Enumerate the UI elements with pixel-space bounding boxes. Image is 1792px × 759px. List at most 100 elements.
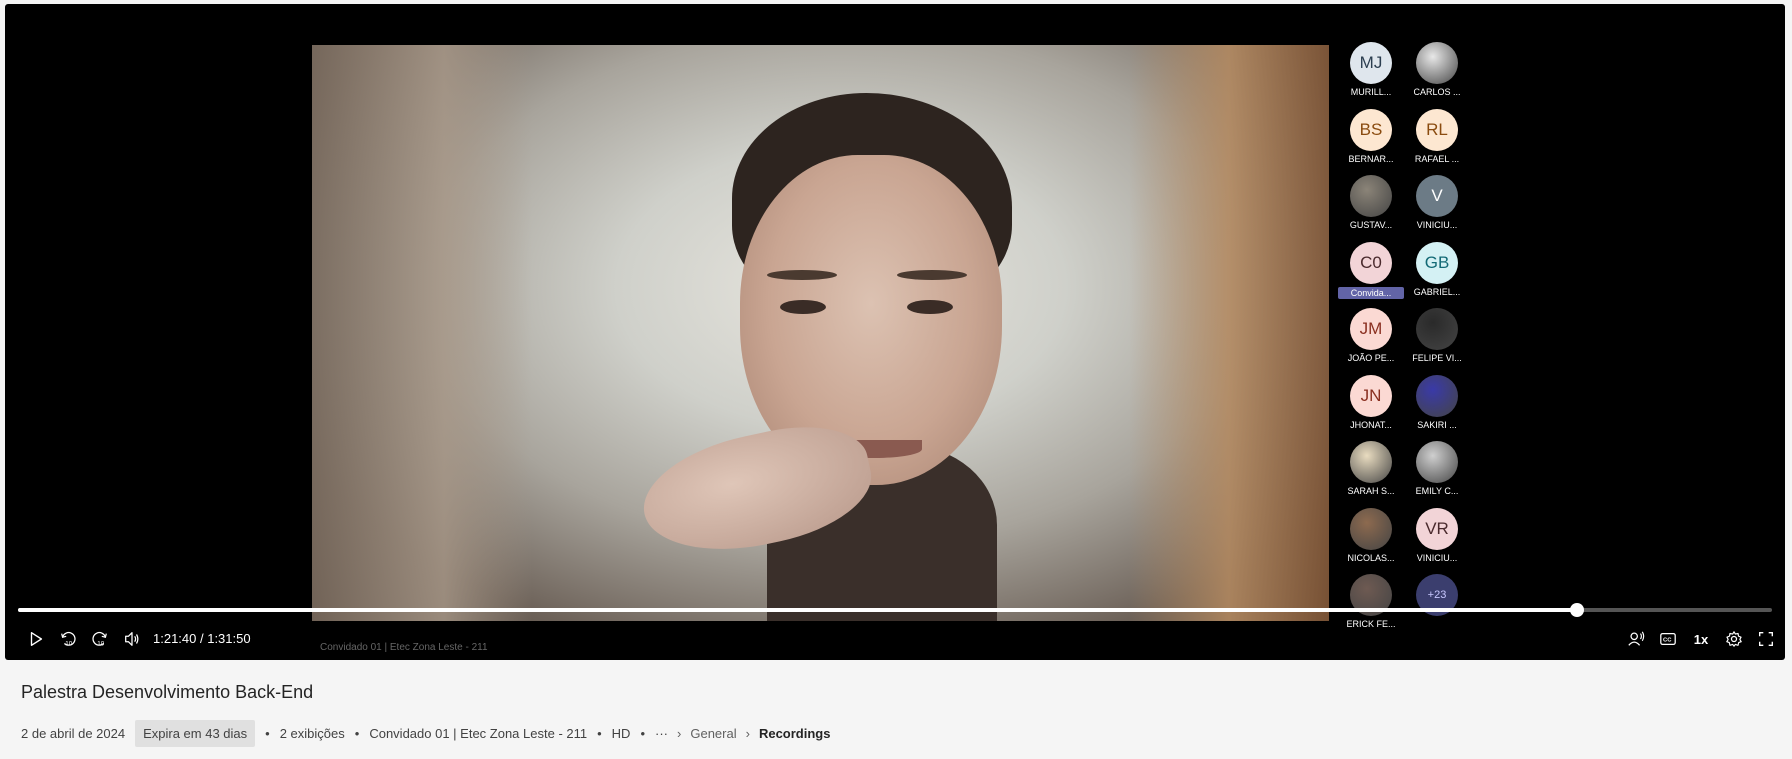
participant-tile[interactable]: SARAH S... xyxy=(1338,441,1404,496)
participant-name: BERNAR... xyxy=(1348,153,1394,164)
captions-icon: CC xyxy=(1660,632,1676,646)
participant-name: CARLOS ... xyxy=(1413,87,1461,97)
separator-dot: • xyxy=(354,725,360,741)
participant-name: ERICK FE... xyxy=(1346,619,1396,629)
quality-label: HD xyxy=(611,725,631,741)
avatar-photo xyxy=(1416,374,1458,417)
play-icon xyxy=(30,632,43,646)
avatar-photo xyxy=(1416,42,1458,84)
time-display: 1:21:40 / 1:31:50 xyxy=(153,631,251,646)
participant-tile[interactable]: JM JOÃO PE... xyxy=(1338,308,1404,363)
speaker-track-button[interactable] xyxy=(1623,626,1649,652)
participant-name: JHONAT... xyxy=(1350,419,1392,430)
more-options-button[interactable]: ··· xyxy=(655,726,668,741)
participant-tile[interactable]: RL RAFAEL ... xyxy=(1404,108,1470,164)
avatar: JN xyxy=(1350,374,1392,417)
avatar-photo xyxy=(1350,507,1392,550)
play-button[interactable] xyxy=(23,626,49,652)
playback-speed-button[interactable]: 1x xyxy=(1688,626,1714,652)
participant-name: GABRIEL... xyxy=(1413,286,1461,297)
separator-dot: • xyxy=(597,725,602,741)
participant-name: FELIPE VI... xyxy=(1412,353,1462,363)
seek-bar-played xyxy=(18,608,1578,612)
participant-tile[interactable]: C0 Convida... xyxy=(1338,241,1404,299)
participant-name: VINICIU... xyxy=(1416,220,1458,230)
speaker-brow xyxy=(767,270,837,280)
avatar: JM xyxy=(1350,308,1392,350)
forward-10-button[interactable]: 10 xyxy=(87,626,113,652)
participant-tile[interactable]: BS BERNAR... xyxy=(1338,108,1404,164)
avatar: VR xyxy=(1416,507,1458,550)
rewind-10-button[interactable]: 10 xyxy=(55,626,81,652)
expiration-badge[interactable]: Expira em 43 dias xyxy=(135,719,256,747)
participant-tile[interactable]: FELIPE VI... xyxy=(1404,308,1470,363)
fullscreen-icon xyxy=(1759,632,1773,646)
participant-tile[interactable]: SAKIRI ... xyxy=(1404,374,1470,430)
forward-10-icon: 10 xyxy=(92,631,107,647)
participant-tile[interactable]: V VINICIU... xyxy=(1404,175,1470,230)
video-background-right xyxy=(1129,45,1329,621)
recording-title: Palestra Desenvolvimento Back-End xyxy=(21,682,314,702)
participant-name: Convida... xyxy=(1338,286,1404,299)
view-count: 2 exibições xyxy=(279,725,345,741)
video-watermark: Convidado 01 | Etec Zona Leste - 211 xyxy=(320,642,488,653)
avatar-photo xyxy=(1350,175,1392,217)
fullscreen-button[interactable] xyxy=(1753,626,1779,652)
svg-text:CC: CC xyxy=(1663,638,1672,644)
participant-tile[interactable]: JN JHONAT... xyxy=(1338,374,1404,430)
separator-dot: • xyxy=(265,725,270,741)
chevron-right-icon: › xyxy=(677,725,682,741)
volume-button[interactable] xyxy=(119,626,145,652)
participant-name: RAFAEL ... xyxy=(1414,153,1460,164)
participant-tile[interactable]: GB GABRIEL... xyxy=(1404,241,1470,297)
participant-tile[interactable]: ERICK FE... xyxy=(1338,574,1404,629)
participant-tile[interactable]: VR VINICIU... xyxy=(1404,507,1470,563)
svg-text:10: 10 xyxy=(97,640,105,647)
participant-tile[interactable]: CARLOS ... xyxy=(1404,42,1470,97)
avatar: C0 xyxy=(1350,241,1392,284)
video-player[interactable]: MJ MURILL... CARLOS ... BS BERNAR... RL RAFAEL… xyxy=(5,4,1785,660)
participant-name: EMILY C... xyxy=(1415,486,1459,496)
participant-tile[interactable]: NICOLAS... xyxy=(1338,507,1404,563)
avatar: GB xyxy=(1416,241,1458,284)
participant-name: MURILL... xyxy=(1350,87,1392,97)
settings-button[interactable] xyxy=(1721,626,1747,652)
video-background-left xyxy=(312,45,532,621)
gear-icon xyxy=(1726,631,1742,647)
seek-bar[interactable] xyxy=(18,603,1772,617)
rewind-10-icon: 10 xyxy=(61,631,76,647)
recording-date: 2 de abril de 2024 xyxy=(21,725,126,741)
speaker-icon xyxy=(1628,631,1645,646)
avatar: V xyxy=(1416,175,1458,217)
breadcrumb-channel[interactable]: General xyxy=(690,726,736,741)
avatar-photo xyxy=(1350,441,1392,483)
participant-name: GUSTAV... xyxy=(1349,220,1393,230)
chevron-right-icon: › xyxy=(745,725,750,741)
participant-gallery: MJ MURILL... CARLOS ... BS BERNAR... RL RAFAEL… xyxy=(1338,42,1478,632)
avatar-photo xyxy=(1416,308,1458,350)
speaker-brow xyxy=(897,270,967,280)
recording-owner[interactable]: Convidado 01 | Etec Zona Leste - 211 xyxy=(369,726,587,741)
speaker-eye xyxy=(907,300,953,314)
avatar-photo xyxy=(1416,441,1458,483)
video-frame[interactable] xyxy=(312,45,1329,621)
avatar: RL xyxy=(1416,108,1458,151)
participant-name: NICOLAS... xyxy=(1347,552,1395,563)
participant-name: JOÃO PE... xyxy=(1347,353,1395,363)
participant-name: SARAH S... xyxy=(1347,486,1395,496)
captions-button[interactable]: CC xyxy=(1655,626,1681,652)
avatar: BS xyxy=(1350,108,1392,151)
participant-tile[interactable]: MJ MURILL... xyxy=(1338,42,1404,97)
participant-name: VINICIU... xyxy=(1416,552,1458,563)
avatar: MJ xyxy=(1350,42,1392,84)
svg-text:10: 10 xyxy=(65,640,73,647)
breadcrumb-folder[interactable]: Recordings xyxy=(759,726,831,741)
recording-metadata: 2 de abril de 2024 Expira em 43 dias • 2… xyxy=(21,718,830,748)
separator-dot: • xyxy=(640,725,646,741)
participant-tile[interactable]: GUSTAV... xyxy=(1338,175,1404,230)
participant-name: SAKIRI ... xyxy=(1417,419,1457,430)
volume-icon xyxy=(125,632,139,646)
speaker-eye xyxy=(780,300,826,314)
seek-bar-handle[interactable] xyxy=(1570,603,1585,617)
participant-tile[interactable]: EMILY C... xyxy=(1404,441,1470,496)
